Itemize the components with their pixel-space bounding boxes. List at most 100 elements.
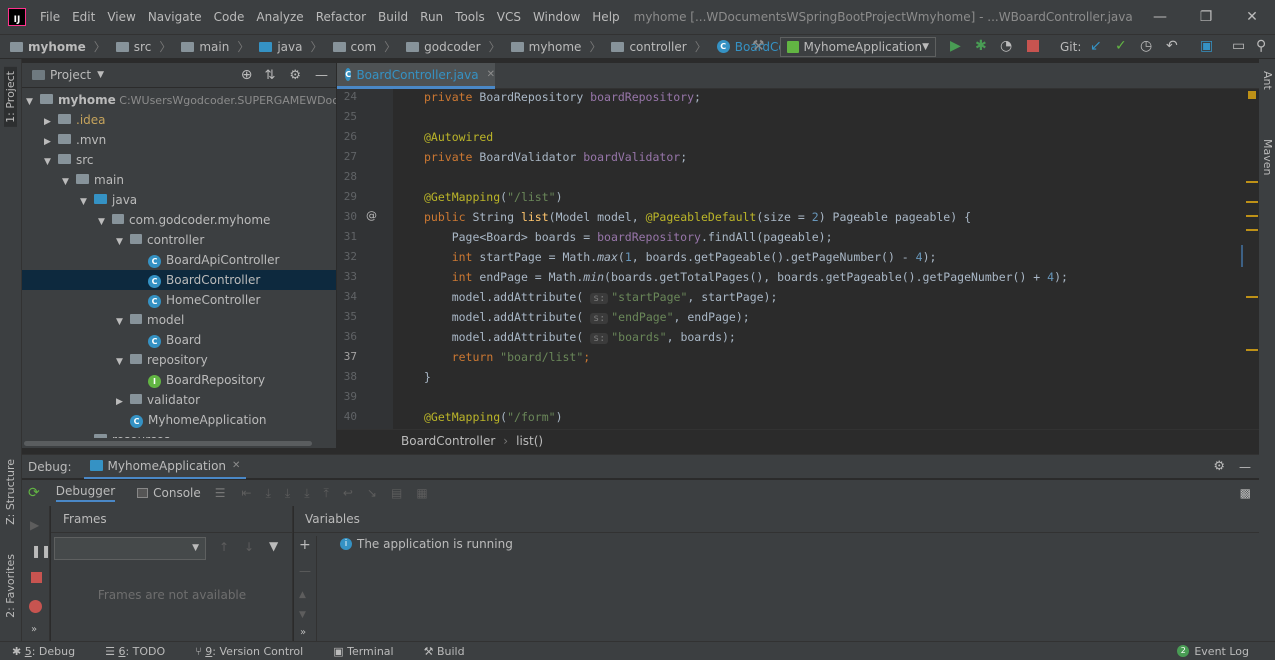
tab-structure[interactable]: Z: Structure	[4, 459, 17, 525]
hide-panel-icon[interactable]: —	[1239, 460, 1251, 474]
show-execution-point-icon[interactable]: ⇤	[242, 486, 252, 500]
close-icon[interactable]: ✕	[232, 460, 240, 471]
hide-panel-icon[interactable]: —	[315, 68, 328, 83]
arrow-up-icon[interactable]: ▲	[299, 590, 306, 600]
menu-item-code[interactable]: Code	[208, 0, 251, 35]
layout-icon[interactable]: ▩	[1240, 486, 1251, 500]
tree-item[interactable]: ▶ .mvn	[44, 130, 106, 150]
tree-item[interactable]: ▼ java	[80, 190, 137, 210]
error-stripe-marker[interactable]	[1246, 296, 1258, 298]
menu-item-view[interactable]: View	[101, 0, 141, 35]
breadcrumb-item[interactable]: godcoder 〉	[396, 38, 501, 55]
menu-item-vcs[interactable]: VCS	[491, 0, 527, 35]
arrow-up-icon[interactable]: ↑	[219, 540, 229, 554]
breadcrumb-item[interactable]: com 〉	[323, 38, 396, 55]
collapsed-arrow-icon[interactable]: ▶	[44, 132, 58, 152]
step-into-icon[interactable]: ⤓	[285, 486, 290, 501]
close-icon[interactable]: ✕	[487, 69, 495, 80]
status-tool-versioncontrol[interactable]: ⑂ 9: Version Control	[195, 645, 303, 658]
menu-item-help[interactable]: Help	[586, 0, 625, 35]
evaluate-icon[interactable]: ▤	[391, 486, 402, 500]
project-panel-title[interactable]: Project	[50, 68, 91, 82]
menu-item-tools[interactable]: Tools	[449, 0, 491, 35]
warning-marker-icon[interactable]	[1248, 91, 1256, 99]
more-icon[interactable]: »	[31, 624, 37, 635]
error-stripe-marker[interactable]	[1246, 215, 1258, 217]
tree-item[interactable]: ▼ com.godcoder.myhome	[98, 210, 270, 230]
trace-icon[interactable]: ▦	[416, 486, 427, 500]
locate-icon[interactable]: ⊕	[241, 67, 253, 83]
tree-item[interactable]: C BoardController	[22, 270, 336, 290]
arrow-down-icon[interactable]: ↓	[244, 540, 254, 554]
tree-item[interactable]: ▼ main	[62, 170, 124, 190]
collapse-all-icon[interactable]: ⇅	[264, 68, 275, 83]
expanded-arrow-icon[interactable]: ▼	[116, 232, 130, 252]
add-watch-icon[interactable]: +	[299, 537, 311, 553]
status-tool-terminal[interactable]: ▣ Terminal	[333, 645, 393, 658]
error-stripe-marker[interactable]	[1246, 201, 1258, 203]
tab-ant[interactable]: Ant	[1261, 71, 1274, 90]
error-stripe-marker[interactable]	[1246, 349, 1258, 351]
filter-icon[interactable]: ▼	[269, 539, 278, 553]
tree-item[interactable]: C HomeController	[134, 290, 260, 310]
tab-maven[interactable]: Maven	[1261, 139, 1274, 175]
expanded-arrow-icon[interactable]: ▼	[80, 192, 94, 212]
tree-item[interactable]: I BoardRepository	[134, 370, 265, 390]
breadcrumb-item[interactable]: controller 〉	[601, 38, 707, 55]
tree-item[interactable]: ▶ .idea	[44, 110, 106, 130]
breadcrumb-item[interactable]: myhome 〉	[501, 38, 601, 55]
tab-console[interactable]: Console	[137, 486, 201, 500]
mapping-gutter-icon[interactable]: @	[366, 209, 377, 222]
status-tool-build[interactable]: ⚒ Build	[424, 645, 465, 658]
tree-item[interactable]: ▼ controller	[116, 230, 204, 250]
rerun-icon[interactable]: ⟳	[28, 485, 40, 501]
arrow-down-icon[interactable]: ▼	[299, 610, 306, 620]
rollback-icon[interactable]: ↶	[1166, 38, 1178, 54]
history-icon[interactable]: ◷	[1140, 38, 1152, 54]
tree-item[interactable]: ▼ myhome C:WUsersWgodcoder.SUPERGAMEWDocu…	[26, 90, 336, 110]
menu-item-edit[interactable]: Edit	[66, 0, 101, 35]
debug-session-tab[interactable]: MyhomeApplication ✕	[83, 455, 247, 479]
tree-item[interactable]: C Board	[134, 330, 201, 350]
coverage-icon[interactable]: ◔	[1000, 38, 1012, 54]
hammer-build-icon[interactable]: ⚒	[752, 38, 765, 54]
expanded-arrow-icon[interactable]: ▼	[116, 312, 130, 332]
tree-item[interactable]: ▼ repository	[116, 350, 208, 370]
menu-item-window[interactable]: Window	[527, 0, 586, 35]
restore-icon[interactable]: ❐	[1183, 9, 1229, 25]
run-config-select[interactable]: MyhomeApplication ▼	[780, 37, 936, 57]
editor-scroll-thumb[interactable]	[1241, 245, 1243, 267]
event-log[interactable]: 2 Event Log	[1177, 645, 1249, 658]
menu-item-build[interactable]: Build	[372, 0, 414, 35]
chevron-down-icon[interactable]: ▼	[97, 70, 104, 80]
tree-item[interactable]: ▶ validator	[116, 390, 200, 410]
tab-debugger[interactable]: Debugger	[55, 484, 116, 502]
step-over-icon[interactable]: ⤓	[266, 486, 271, 501]
tab-favorites[interactable]: 2: Favorites	[4, 554, 17, 618]
expanded-arrow-icon[interactable]: ▼	[26, 92, 40, 112]
minimize-icon[interactable]: —	[1137, 9, 1183, 25]
resume-icon[interactable]: ▶	[30, 518, 39, 532]
breadcrumb-item[interactable]: src 〉	[106, 38, 171, 55]
editor-crumb-class[interactable]: BoardController	[401, 434, 495, 448]
menu-item-run[interactable]: Run	[414, 0, 449, 35]
collapsed-arrow-icon[interactable]: ▶	[44, 112, 58, 132]
tree-item[interactable]: C BoardApiController	[134, 250, 279, 270]
expanded-arrow-icon[interactable]: ▼	[44, 152, 58, 172]
menu-item-file[interactable]: File	[34, 0, 66, 35]
breadcrumb-item[interactable]: main 〉	[171, 38, 249, 55]
status-tool-todo[interactable]: ☰ 6: TODO	[105, 645, 165, 658]
close-window-icon[interactable]: ✕	[1229, 9, 1275, 25]
gear-icon[interactable]: ⚙	[1213, 459, 1225, 474]
status-tool-debug[interactable]: ✱ 5: Debug	[12, 645, 75, 658]
run-to-cursor-icon[interactable]: ↘	[367, 486, 377, 500]
project-structure-icon[interactable]: ▣	[1200, 38, 1213, 54]
expanded-arrow-icon[interactable]: ▼	[98, 212, 112, 232]
menu-item-analyze[interactable]: Analyze	[250, 0, 309, 35]
force-step-into-icon[interactable]: ⤓	[304, 486, 309, 501]
debug-bug-icon[interactable]: ✱	[975, 38, 987, 54]
error-stripe-marker[interactable]	[1246, 181, 1258, 183]
project-tree-scrollbar[interactable]	[22, 438, 336, 448]
breadcrumb-item[interactable]: java 〉	[249, 38, 323, 55]
search-icon[interactable]: ⚲	[1256, 38, 1266, 54]
